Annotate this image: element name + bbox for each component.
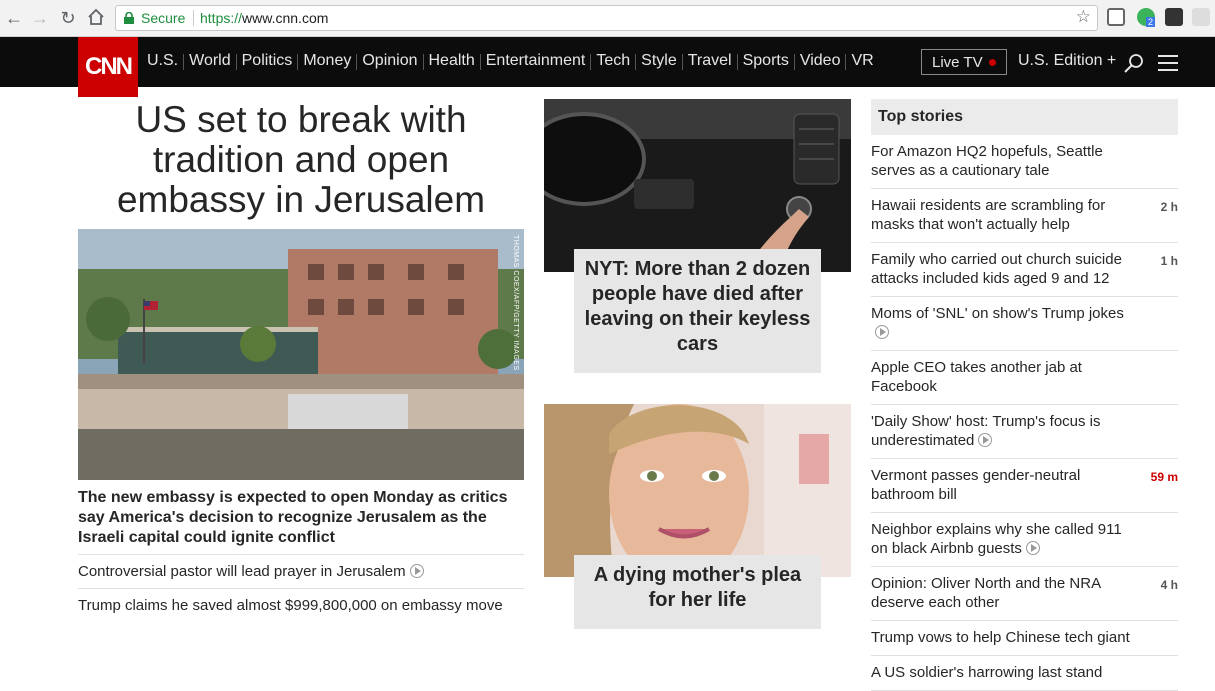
- lead-headline[interactable]: US set to break with tradition and open …: [78, 100, 524, 220]
- nav-item-sports[interactable]: Sports: [743, 52, 789, 72]
- video-play-icon: [978, 433, 993, 447]
- story-headline: Family who carried out church suicide at…: [871, 251, 1122, 287]
- related-link[interactable]: Controversial pastor will lead prayer in…: [78, 554, 524, 580]
- lock-icon: [124, 12, 134, 24]
- lead-summary[interactable]: The new embassy is expected to open Mond…: [78, 488, 524, 548]
- story-headline: Apple CEO takes another jab at Facebook: [871, 359, 1082, 395]
- list-item[interactable]: Moms of 'SNL' on show's Trump jokes: [871, 297, 1178, 351]
- nav-item-opinion[interactable]: Opinion: [362, 52, 417, 72]
- nav-divider: [845, 54, 847, 70]
- nav-divider: [590, 54, 592, 70]
- related-link-text: Trump claims he saved almost $999,800,00…: [78, 597, 503, 614]
- story-timestamp: 4 h: [1160, 578, 1178, 592]
- search-icon[interactable]: [1124, 53, 1144, 73]
- reload-icon[interactable]: ↻: [58, 8, 78, 28]
- list-item[interactable]: Vermont passes gender-neutral bathroom b…: [871, 459, 1178, 513]
- secure-label: Secure: [141, 10, 186, 26]
- list-item[interactable]: Hawaii residents are scrambling for mask…: [871, 189, 1178, 243]
- nav-divider: [793, 54, 795, 70]
- address-bar[interactable]: Secure https://www.cnn.com ☆: [115, 5, 1098, 31]
- url-scheme: https://: [200, 10, 243, 26]
- bookmark-star-icon[interactable]: ☆: [1076, 7, 1091, 27]
- back-icon[interactable]: ←: [4, 8, 24, 28]
- nav-divider: [635, 54, 637, 70]
- nav-divider: [235, 54, 237, 70]
- browser-toolbar: ← → ↻ Secure https://www.cnn.com ☆ 2: [0, 0, 1215, 37]
- nav-divider: [297, 54, 299, 70]
- google-extension-icon[interactable]: [1192, 8, 1210, 26]
- story-headline: Neighbor explains why she called 911 on …: [871, 521, 1122, 557]
- list-item[interactable]: Opinion: Oliver North and the NRA deserv…: [871, 567, 1178, 621]
- story-headline: Vermont passes gender-neutral bathroom b…: [871, 467, 1081, 503]
- nav-item-entertainment[interactable]: Entertainment: [486, 52, 586, 72]
- edition-picker[interactable]: U.S. Edition +: [1018, 52, 1116, 70]
- keyless-car-image[interactable]: [544, 99, 851, 272]
- list-item[interactable]: For Amazon HQ2 hopefuls, Seattle serves …: [871, 135, 1178, 189]
- list-item[interactable]: Family who carried out church suicide at…: [871, 243, 1178, 297]
- list-item[interactable]: Apple CEO takes another jab at Facebook: [871, 351, 1178, 405]
- nav-item-money[interactable]: Money: [303, 52, 351, 72]
- story-headline: A US soldier's harrowing last stand: [871, 664, 1103, 681]
- story-headline: Hawaii residents are scrambling for mask…: [871, 197, 1106, 233]
- live-dot-icon: [989, 59, 996, 66]
- extension-badge: 2: [1146, 17, 1156, 27]
- url-host: www.cnn.com: [242, 10, 329, 26]
- lead-image[interactable]: [78, 229, 524, 480]
- nav-item-video[interactable]: Video: [800, 52, 841, 72]
- nav-divider: [422, 54, 424, 70]
- live-tv-label: Live TV: [932, 54, 983, 71]
- forward-icon[interactable]: →: [30, 8, 50, 28]
- profile-extension-icon[interactable]: [1165, 8, 1183, 26]
- video-play-icon: [1025, 541, 1040, 555]
- photo-credit: THOMAS COEX/AFP/GETTY IMAGES: [512, 235, 519, 371]
- url-text[interactable]: https://www.cnn.com: [200, 10, 328, 26]
- hamburger-menu-icon[interactable]: [1158, 55, 1178, 71]
- nav-divider: [479, 54, 481, 70]
- cnn-logo[interactable]: CNN: [78, 37, 138, 97]
- related-link-text: Controversial pastor will lead prayer in…: [78, 563, 406, 580]
- nav-item-u-s[interactable]: U.S.: [147, 52, 178, 72]
- nav-item-tech[interactable]: Tech: [596, 52, 630, 72]
- nav-divider: [183, 54, 185, 70]
- main-nav: U.S. World Politics Money Opinion Health Enter…: [147, 52, 874, 72]
- story-timestamp: 1 h: [1160, 254, 1178, 268]
- nav-item-vr[interactable]: VR: [851, 52, 873, 72]
- address-divider: [193, 10, 194, 26]
- nav-divider: [681, 54, 683, 70]
- extension-icon[interactable]: 2: [1137, 8, 1156, 27]
- nav-item-world[interactable]: World: [189, 52, 231, 72]
- related-link[interactable]: Trump claims he saved almost $999,800,00…: [78, 588, 524, 614]
- video-play-icon: [875, 325, 889, 339]
- story-timestamp: 2 h: [1160, 200, 1178, 214]
- story-headline: Moms of 'SNL' on show's Trump jokes: [871, 305, 1124, 322]
- video-play-icon: [409, 564, 424, 578]
- top-stories-title: Top stories: [871, 99, 1178, 135]
- story-timestamp: 59 m: [1150, 470, 1178, 484]
- cast-icon[interactable]: [1107, 8, 1125, 26]
- nav-divider: [356, 54, 358, 70]
- nav-divider: [736, 54, 738, 70]
- dying-mother-headline[interactable]: A dying mother's plea for her life: [574, 555, 821, 629]
- story-headline: Opinion: Oliver North and the NRA deserv…: [871, 575, 1101, 611]
- story-headline: For Amazon HQ2 hopefuls, Seattle serves …: [871, 143, 1103, 179]
- story-headline: Trump vows to help Chinese tech giant: [871, 629, 1130, 646]
- list-item[interactable]: 'Daily Show' host: Trump's focus is unde…: [871, 405, 1178, 459]
- list-item[interactable]: A US soldier's harrowing last stand: [871, 656, 1178, 691]
- nav-item-travel[interactable]: Travel: [688, 52, 732, 72]
- dying-mother-image[interactable]: [544, 404, 851, 577]
- top-stories-list: For Amazon HQ2 hopefuls, Seattle serves …: [871, 135, 1178, 691]
- live-tv-button[interactable]: Live TV: [921, 49, 1007, 75]
- keyless-car-headline[interactable]: NYT: More than 2 dozen people have died …: [574, 249, 821, 373]
- home-icon[interactable]: [86, 8, 106, 28]
- list-item[interactable]: Trump vows to help Chinese tech giant: [871, 621, 1178, 656]
- nav-item-style[interactable]: Style: [641, 52, 677, 72]
- nav-item-health[interactable]: Health: [429, 52, 475, 72]
- list-item[interactable]: Neighbor explains why she called 911 on …: [871, 513, 1178, 567]
- nav-item-politics[interactable]: Politics: [242, 52, 293, 72]
